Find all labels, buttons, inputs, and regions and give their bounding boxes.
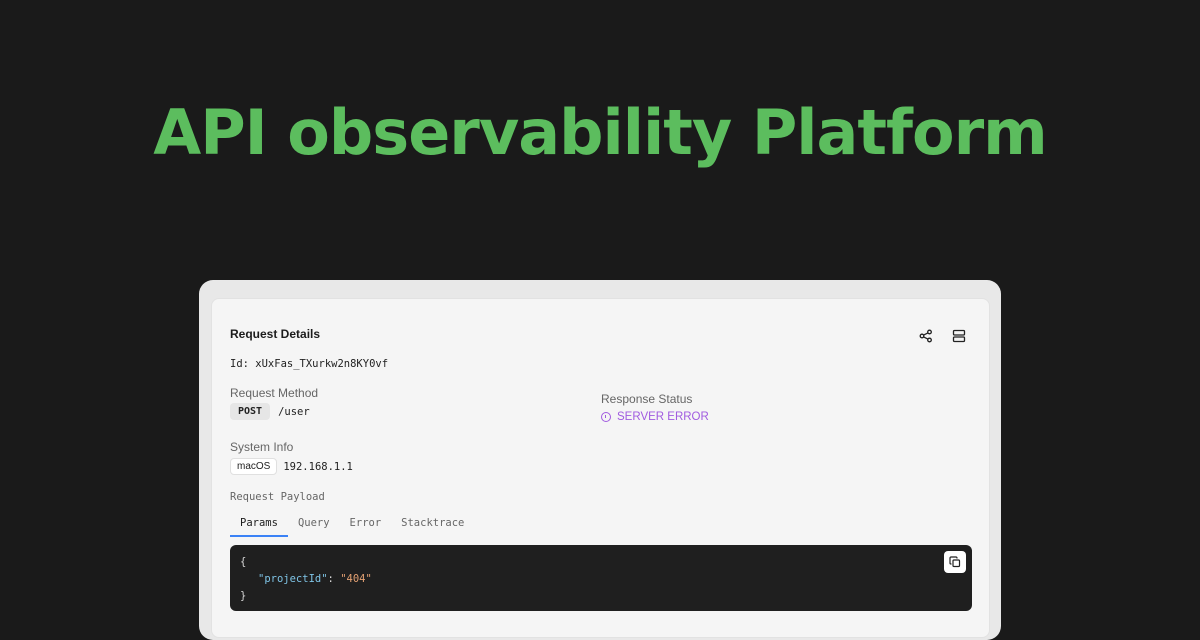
card-title: Request Details [230,327,321,341]
tab-error[interactable]: Error [340,513,392,537]
response-status: SERVER ERROR [601,411,709,423]
ip-address: 192.168.1.1 [283,460,353,473]
copy-icon[interactable] [944,551,966,573]
request-payload-label: Request Payload [230,491,325,503]
response-status-label: Response Status [601,392,693,406]
system-info-label: System Info [230,440,294,454]
request-details-card: Request Details Id: xUxFas_TXurkw2n8KY0v… [211,298,990,638]
request-id: Id: xUxFas_TXurkw2n8KY0vf [230,358,389,370]
request-path: /user [278,405,310,418]
tab-params[interactable]: Params [230,513,288,537]
request-method-label: Request Method [230,386,319,400]
payload-code-block: { "projectId": "404" } [230,545,972,611]
alert-circle-icon [601,412,611,422]
code-line-entry: "projectId": "404" [240,571,962,588]
system-info-row: macOS 192.168.1.1 [230,458,353,475]
code-value: "404" [340,573,372,585]
response-status-value: SERVER ERROR [617,411,709,423]
tab-query[interactable]: Query [288,513,340,537]
payload-tabs: Params Query Error Stacktrace [230,513,474,538]
share-icon[interactable] [917,327,935,345]
code-colon: : [327,573,341,585]
code-line-close: } [240,590,247,602]
tab-stacktrace[interactable]: Stacktrace [391,513,474,537]
layout-rows-icon[interactable] [950,327,968,345]
code-key: "projectId" [258,573,328,585]
hero-title: API observability Platform [153,96,1048,169]
os-badge: macOS [230,458,278,475]
code-line-open: { [240,556,247,568]
method-badge: POST [230,403,271,420]
request-method-row: POST /user [230,403,310,420]
